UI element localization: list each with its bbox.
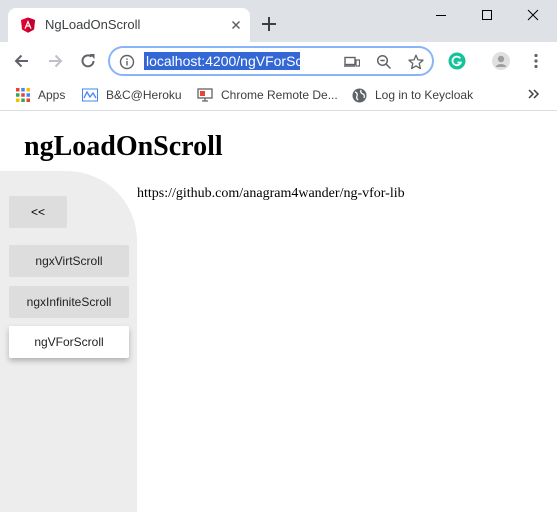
reload-icon[interactable] bbox=[78, 51, 98, 71]
bookmark-chrome-remote-desktop[interactable]: Chrome Remote De... bbox=[197, 86, 338, 104]
browser-toolbar: localhost:4200/ngVForScroll?ne bbox=[0, 42, 557, 80]
bookmark-label: B&C@Heroku bbox=[106, 88, 182, 102]
zoom-icon[interactable] bbox=[376, 54, 392, 70]
github-link-text: https://github.com/anagram4wander/ng-vfo… bbox=[137, 186, 405, 201]
bookmark-heroku[interactable]: B&C@Heroku bbox=[82, 86, 182, 104]
forward-arrow-icon[interactable] bbox=[45, 51, 65, 71]
close-window-icon bbox=[527, 9, 539, 21]
minimize-icon bbox=[436, 15, 446, 16]
nav-item-ngxvirtscroll[interactable]: ngxVirtScroll bbox=[9, 245, 129, 277]
nav-item-ngxinfinitescroll[interactable]: ngxInfiniteScroll bbox=[9, 286, 129, 318]
close-icon[interactable] bbox=[228, 17, 244, 33]
new-tab-icon[interactable] bbox=[260, 15, 278, 33]
browser-tab[interactable]: NgLoadOnScroll bbox=[8, 8, 250, 42]
angular-icon bbox=[21, 17, 35, 33]
bookmark-label: Apps bbox=[38, 88, 66, 102]
page-title: ngLoadOnScroll bbox=[24, 131, 223, 162]
info-icon[interactable] bbox=[119, 54, 135, 70]
bookmarks-bar: Apps B&C@Heroku Chrome Remote De... Log … bbox=[0, 80, 557, 111]
minimize-button[interactable] bbox=[418, 0, 464, 30]
collapse-sidenav-button[interactable]: << bbox=[9, 196, 67, 228]
back-arrow-icon[interactable] bbox=[12, 51, 32, 71]
star-icon[interactable] bbox=[408, 54, 424, 70]
grammarly-icon[interactable] bbox=[448, 52, 466, 70]
close-window-button[interactable] bbox=[510, 0, 556, 30]
bookmark-label: Chrome Remote De... bbox=[221, 88, 338, 102]
apps-grid-icon bbox=[16, 88, 30, 102]
avatar-icon[interactable] bbox=[492, 52, 510, 70]
page-viewport: ngLoadOnScroll << ngxVirtScroll ngxInfin… bbox=[0, 111, 557, 512]
maximize-icon bbox=[482, 10, 492, 20]
bookmark-apps[interactable]: Apps bbox=[16, 86, 65, 104]
send-to-devices-icon[interactable] bbox=[344, 54, 360, 70]
remote-desktop-icon bbox=[197, 88, 213, 102]
heroku-icon bbox=[82, 88, 98, 102]
globe-icon bbox=[352, 88, 367, 102]
sidenav: << ngxVirtScroll ngxInfiniteScroll ngVFo… bbox=[0, 171, 137, 512]
nav-item-ngvforscroll[interactable]: ngVForScroll bbox=[9, 326, 129, 358]
address-bar[interactable]: localhost:4200/ngVForScroll?ne bbox=[108, 46, 434, 76]
bookmark-label: Log in to Keycloak bbox=[375, 88, 474, 102]
url-text[interactable]: localhost:4200/ngVForScroll?ne bbox=[144, 52, 300, 70]
browser-titlebar: NgLoadOnScroll bbox=[0, 0, 557, 42]
tab-title: NgLoadOnScroll bbox=[45, 17, 141, 32]
chevron-double-right-icon[interactable] bbox=[527, 87, 541, 101]
maximize-button[interactable] bbox=[464, 0, 510, 30]
bookmark-keycloak[interactable]: Log in to Keycloak bbox=[352, 86, 473, 104]
more-vert-icon[interactable] bbox=[527, 52, 545, 70]
